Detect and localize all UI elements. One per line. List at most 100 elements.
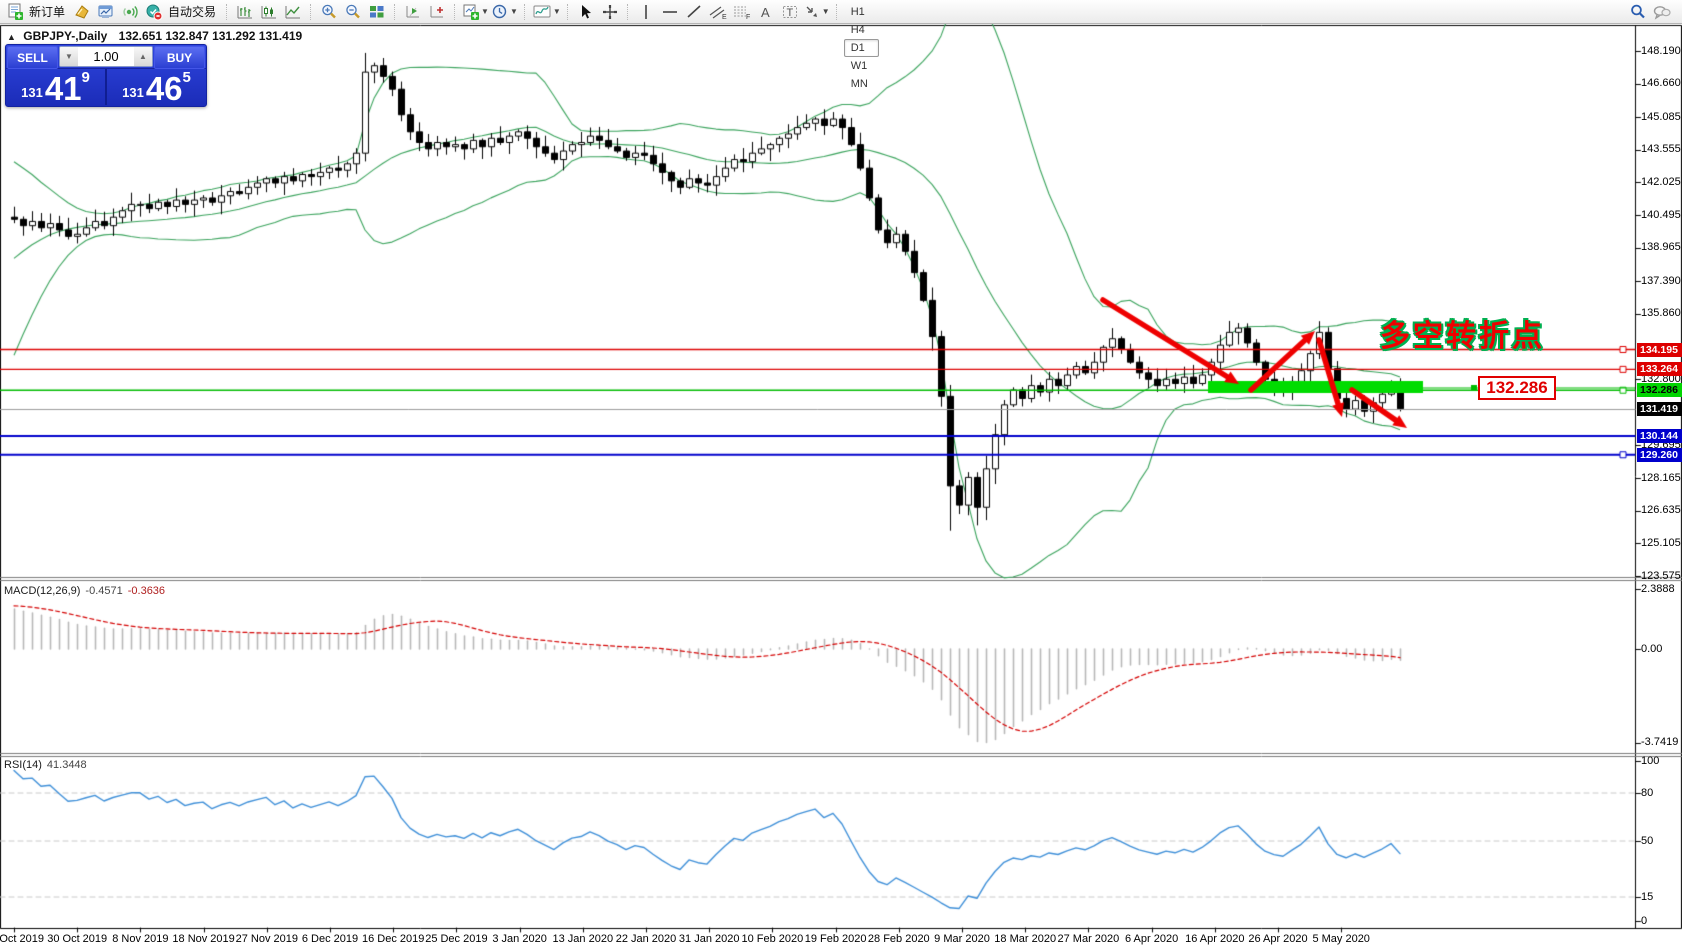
fibonacci-button[interactable]: F <box>731 2 753 22</box>
macd-value: -0.4571 <box>85 585 123 597</box>
auto-trading-label[interactable]: 自动交易 <box>168 3 216 20</box>
sell-price[interactable]: 131 41 9 <box>6 69 107 105</box>
market-watch-icon <box>75 4 89 19</box>
sell-price-figure: 131 <box>21 85 43 100</box>
one-click-trading-panel: SELL ▼ ▲ BUY 131 41 9 131 46 5 <box>5 44 207 107</box>
zoom-in-button[interactable] <box>318 2 340 22</box>
chat-button[interactable] <box>1651 2 1673 22</box>
price-tick-label: 143.555 <box>1641 143 1681 156</box>
zoom-out-icon <box>346 4 360 18</box>
arrows-icon <box>806 6 817 17</box>
line-chart-button[interactable] <box>282 2 304 22</box>
buy-price-point: 5 <box>182 69 191 86</box>
auto-arrange-icon <box>406 5 420 17</box>
price-chart-canvas[interactable] <box>0 0 1682 948</box>
search-icon <box>1631 4 1645 18</box>
chevron-down-icon: ▼ <box>821 7 830 16</box>
buy-price[interactable]: 131 46 5 <box>107 69 206 105</box>
collapse-panel-icon[interactable]: ▲ <box>7 32 16 42</box>
text-button[interactable]: A <box>755 2 777 22</box>
rsi-tick-label: 100 <box>1641 754 1660 767</box>
price-tick-label: 126.635 <box>1641 504 1681 517</box>
arrows-button[interactable]: ▼ <box>803 2 830 22</box>
ohlc-values: 132.651 132.847 131.292 131.419 <box>118 29 303 43</box>
symbol-timeframe-label: GBPJPY-,Daily <box>23 29 108 43</box>
auto-arrange-button[interactable] <box>402 2 424 22</box>
bar-chart-icon <box>237 5 253 18</box>
indicators-button[interactable]: ▼ <box>532 2 561 22</box>
time-axis-label: 16 Apr 2020 <box>1185 933 1245 945</box>
volume-increase-button[interactable]: ▲ <box>134 47 152 66</box>
time-axis-label: 22 Jan 2020 <box>615 933 677 945</box>
new-chart-button[interactable]: ▼ <box>462 2 489 22</box>
volume-input[interactable] <box>78 47 134 66</box>
price-tick-label: 125.105 <box>1641 536 1681 549</box>
price-tick-label: 145.085 <box>1641 110 1681 123</box>
timeframe-button-h4[interactable]: H4 <box>844 21 879 39</box>
auto-trading-icon <box>146 4 163 20</box>
sell-price-point: 9 <box>81 69 90 86</box>
text-label-button[interactable]: T <box>779 2 801 22</box>
vertical-line-button[interactable] <box>635 2 657 22</box>
buy-button[interactable]: BUY <box>154 46 205 69</box>
tile-windows-button[interactable] <box>366 2 388 22</box>
turning-point-annotation[interactable]: 多空转折点 <box>1380 311 1545 355</box>
crosshair-icon <box>602 4 617 19</box>
price-tick-label: 137.390 <box>1641 274 1681 287</box>
tile-windows-icon <box>370 5 384 17</box>
price-level-tag: 132.286 <box>1637 383 1682 398</box>
chart-window-icon <box>98 5 113 18</box>
trendline-button[interactable] <box>683 2 705 22</box>
price-tick-label: 123.575 <box>1641 569 1681 582</box>
equidistant-channel-button[interactable]: E <box>707 2 729 22</box>
svg-text:E: E <box>722 14 727 21</box>
new-order-icon <box>8 3 23 20</box>
new-order-button[interactable] <box>4 2 26 22</box>
toolbar-right-group <box>1626 2 1674 22</box>
new-order-label[interactable]: 新订单 <box>29 3 65 20</box>
timeframe-button-h1[interactable]: H1 <box>844 3 879 21</box>
volume-decrease-button[interactable]: ▼ <box>60 47 78 66</box>
horizontal-line-button[interactable] <box>659 2 681 22</box>
macd-label: MACD(12,26,9) <box>4 585 81 597</box>
buy-price-pips: 46 <box>145 69 183 107</box>
rsi-tick-label: 80 <box>1641 786 1654 799</box>
rsi-tick-label: 15 <box>1641 890 1654 903</box>
rsi-pane-label: RSI(14) 41.3448 <box>4 759 87 771</box>
candlestick-chart-icon <box>261 5 277 18</box>
price-level-tag: 133.264 <box>1637 362 1682 377</box>
toolbar-separator <box>626 3 629 20</box>
timeframe-button-d1[interactable]: D1 <box>843 38 880 57</box>
bar-chart-button[interactable] <box>234 2 256 22</box>
auto-trading-button[interactable] <box>143 2 165 22</box>
price-flag-label[interactable]: 132.286 <box>1478 376 1556 400</box>
crosshair-button[interactable] <box>599 2 621 22</box>
signals-icon <box>123 5 138 18</box>
align-chart-icon <box>430 5 444 17</box>
toolbar-separator <box>310 3 312 20</box>
chevron-down-icon: ▼ <box>481 7 489 16</box>
time-axis-label: 13 Jan 2020 <box>552 933 614 945</box>
timeframe-button-w1[interactable]: W1 <box>844 57 879 75</box>
align-chart-button[interactable] <box>426 2 448 22</box>
price-tick-label: 148.190 <box>1641 44 1681 57</box>
chart-profiles-button[interactable]: ▼ <box>491 2 518 22</box>
signals-button[interactable] <box>119 2 141 22</box>
candlestick-chart-button[interactable] <box>258 2 280 22</box>
macd-tick-label: -3.7419 <box>1641 736 1679 749</box>
time-axis-label: 6 Dec 2019 <box>301 933 359 945</box>
market-watch-button[interactable] <box>71 2 93 22</box>
zoom-out-button[interactable] <box>342 2 364 22</box>
rsi-tick-label: 0 <box>1641 914 1648 927</box>
toolbar: 新订单 自动交易 ▼ ▼ ▼ E F A T ▼ H1 H4 D1 W1 MN <box>0 0 1682 90</box>
sell-button[interactable]: SELL <box>7 46 58 69</box>
mt4-window: 新订单 自动交易 ▼ ▼ ▼ E F A T ▼ H1 H4 D1 W1 MN … <box>0 0 1682 948</box>
svg-text:T: T <box>786 7 793 19</box>
chart-window-button[interactable] <box>95 2 117 22</box>
timeframe-button-mn[interactable]: MN <box>844 75 879 93</box>
cursor-button[interactable] <box>575 2 597 22</box>
toolbar-separator <box>523 3 526 20</box>
search-button[interactable] <box>1627 2 1649 22</box>
price-tick-label: 140.495 <box>1641 208 1681 221</box>
svg-text:F: F <box>746 14 750 21</box>
